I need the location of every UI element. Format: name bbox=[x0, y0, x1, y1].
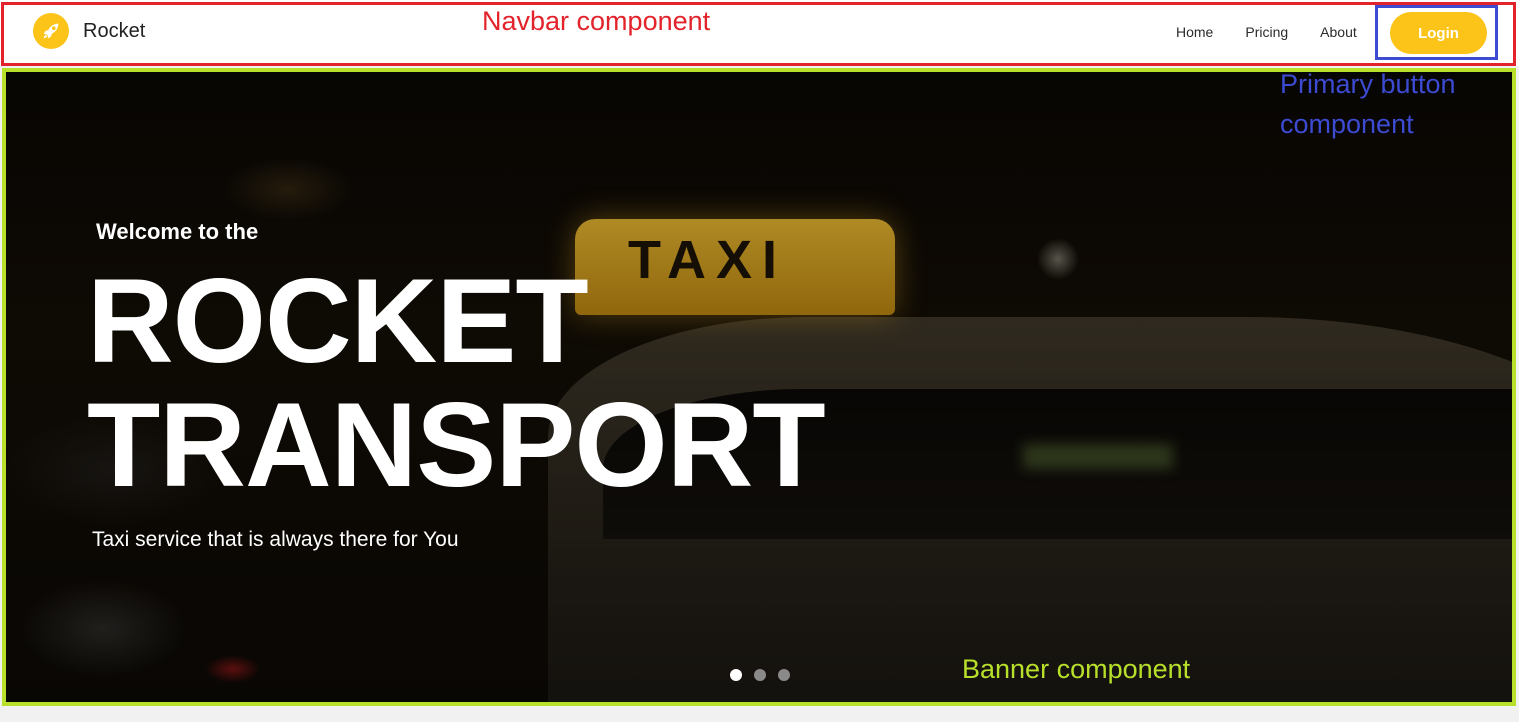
banner-subtitle: Taxi service that is always there for Yo… bbox=[92, 528, 459, 551]
carousel-dot-2[interactable] bbox=[754, 669, 766, 681]
banner-welcome: Welcome to the bbox=[96, 219, 259, 244]
nav-link-about[interactable]: About bbox=[1320, 22, 1357, 42]
primary-button-annotation-label: Primary button component bbox=[1280, 69, 1456, 139]
nav-link-pricing[interactable]: Pricing bbox=[1245, 22, 1288, 42]
brand[interactable]: Rocket bbox=[33, 13, 145, 49]
banner: TAXI Welcome to the ROCKET TRANSPORT Tax… bbox=[3, 69, 1515, 705]
headline-line-2: TRANSPORT bbox=[87, 378, 826, 512]
brand-name: Rocket bbox=[83, 19, 146, 42]
page-bottom-strip bbox=[0, 706, 1519, 722]
headline-line-1: ROCKET bbox=[87, 254, 589, 388]
carousel-dot-3[interactable] bbox=[778, 669, 790, 681]
carousel-indicators bbox=[730, 669, 790, 681]
nav-link-home[interactable]: Home bbox=[1176, 22, 1213, 42]
banner-headline: ROCKET TRANSPORT bbox=[87, 254, 826, 512]
rocket-icon bbox=[33, 13, 69, 49]
banner-annotation-label: Banner component bbox=[962, 654, 1191, 684]
navbar-annotation-label: Navbar component bbox=[482, 6, 711, 36]
carousel-dot-1[interactable] bbox=[730, 669, 742, 681]
nav-links: Home Pricing About bbox=[1176, 22, 1357, 42]
login-button[interactable]: Login bbox=[1390, 12, 1487, 54]
navbar: Rocket Home Pricing About Login bbox=[0, 0, 1519, 66]
